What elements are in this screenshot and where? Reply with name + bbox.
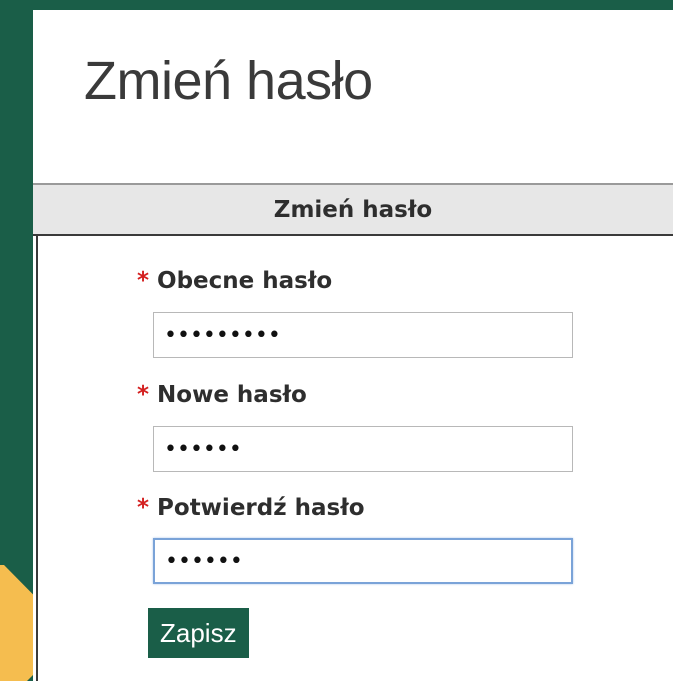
save-button[interactable]: Zapisz	[148, 608, 249, 658]
confirm-password-input[interactable]	[153, 538, 573, 584]
new-password-label: * Nowe hasło	[137, 382, 307, 408]
form-section-header: Zmień hasło	[33, 183, 673, 236]
current-password-label-text: Obecne hasło	[157, 268, 333, 294]
confirm-password-label: * Potwierdź hasło	[137, 495, 365, 521]
required-asterisk: *	[137, 382, 150, 408]
required-asterisk: *	[137, 268, 150, 294]
current-password-label: * Obecne hasło	[137, 268, 332, 294]
required-asterisk: *	[137, 495, 150, 521]
confirm-password-label-text: Potwierdź hasło	[157, 495, 365, 521]
current-password-input[interactable]	[153, 312, 573, 358]
change-password-form: * Obecne hasło * Nowe hasło * Potwierdź has…	[36, 236, 673, 681]
change-password-window: Zmień hasło Zmień hasło * Obecne hasło * N…	[33, 10, 673, 681]
page-title: Zmień hasło	[84, 51, 373, 111]
new-password-label-text: Nowe hasło	[157, 382, 307, 408]
new-password-input[interactable]	[153, 426, 573, 472]
